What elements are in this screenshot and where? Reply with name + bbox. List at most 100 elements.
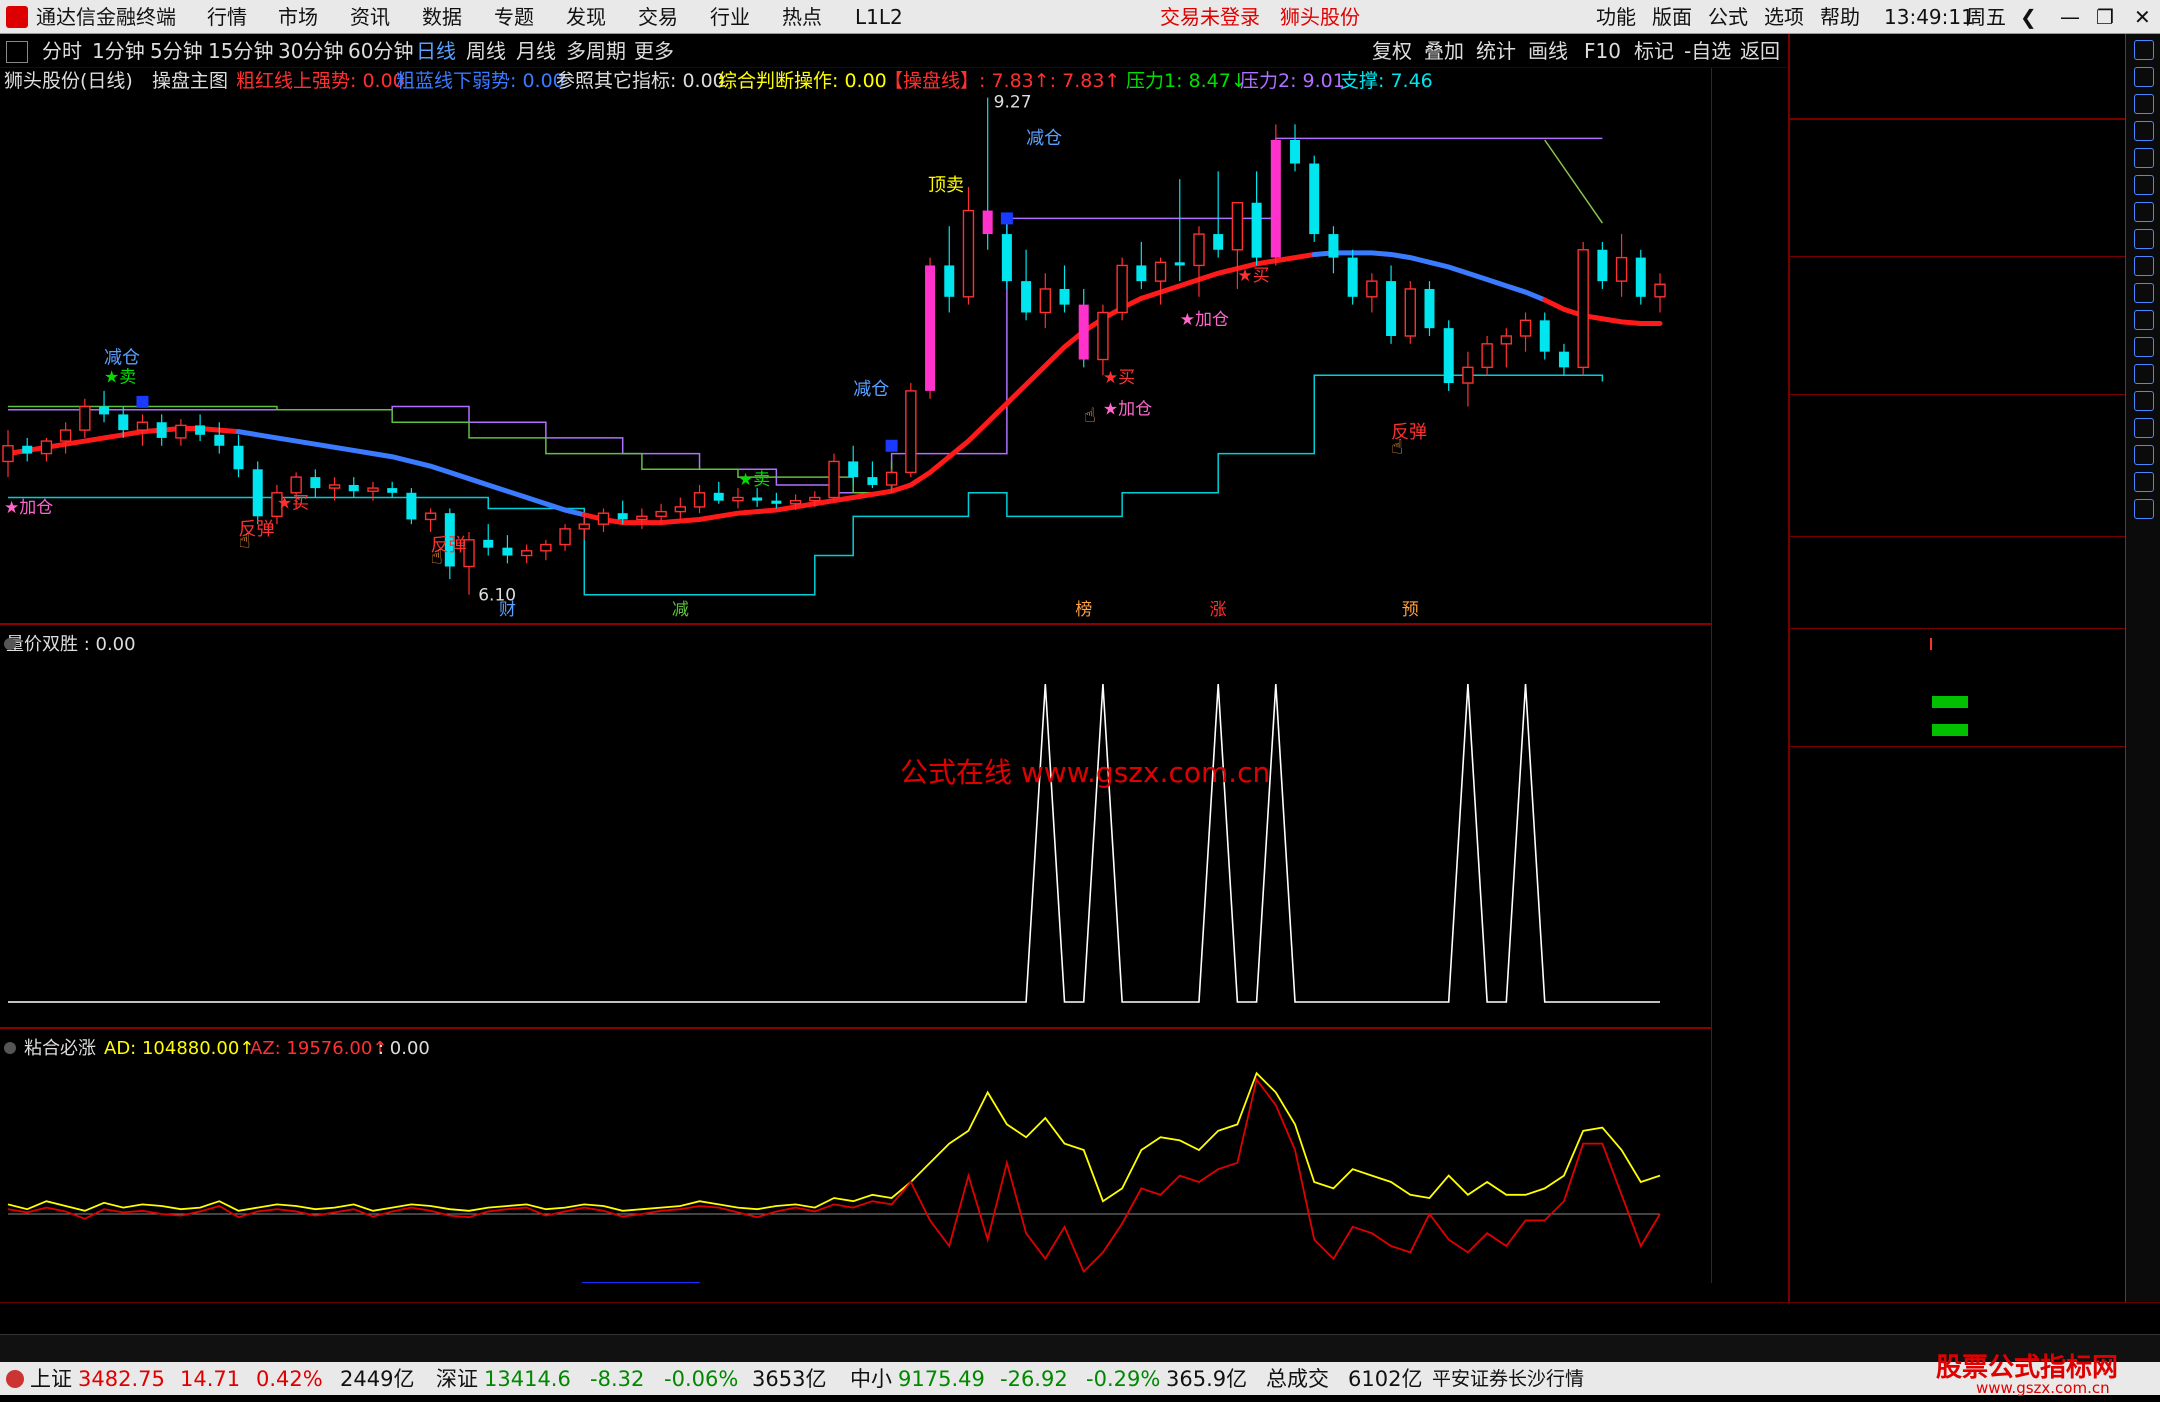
zx-name[interactable]: 中小 <box>850 1365 892 1393</box>
tool-tongji[interactable]: 统计 <box>1476 37 1516 65</box>
candle-body <box>1597 249 1608 282</box>
candle-body <box>540 543 552 552</box>
tool-fuquan[interactable]: 复权 <box>1372 37 1412 65</box>
menu-l1l2[interactable]: L1L2 <box>855 3 903 31</box>
candle-body <box>713 492 724 501</box>
panel-toggle-icon[interactable] <box>6 41 28 63</box>
menu-zhuanti[interactable]: 专题 <box>494 3 534 31</box>
candle-body <box>1078 304 1089 360</box>
close-icon[interactable]: ✕ <box>2134 3 2151 31</box>
menu-faxian[interactable]: 发现 <box>566 3 606 31</box>
menu-hangye[interactable]: 行业 <box>710 3 750 31</box>
menu-shichang[interactable]: 市场 <box>278 3 318 31</box>
period-1min[interactable]: 1分钟 <box>92 37 145 65</box>
candle-body <box>1097 311 1109 361</box>
period-60min[interactable]: 60分钟 <box>348 37 413 65</box>
candle-body <box>1039 288 1052 314</box>
rightbar-kline-icon[interactable] <box>2134 202 2154 222</box>
rightbar-clock-icon[interactable] <box>2134 337 2154 357</box>
menu-banmian[interactable]: 版面 <box>1652 3 1692 31</box>
period-daily[interactable]: 日线 <box>416 37 456 65</box>
event-marker: 预 <box>1402 600 1419 620</box>
kline-chart[interactable]: 9.008.758.508.258.007.757.507.257.006.75… <box>0 68 1712 1283</box>
period-monthly[interactable]: 月线 <box>516 37 556 65</box>
candle-body <box>617 513 628 520</box>
period-15min[interactable]: 15分钟 <box>208 37 273 65</box>
tool-zixuan[interactable]: -自选 <box>1684 37 1731 65</box>
sh-amount: 2449亿 <box>340 1367 415 1391</box>
candle-body <box>962 209 975 298</box>
zx-amount: 365.9亿 <box>1166 1367 1248 1391</box>
menu-xuanxiang[interactable]: 选项 <box>1764 3 1804 31</box>
separator <box>1790 118 2160 120</box>
menu-redian[interactable]: 热点 <box>782 3 822 31</box>
period-multi[interactable]: 多周期 <box>566 37 626 65</box>
candle-body <box>406 492 417 520</box>
period-30min[interactable]: 30分钟 <box>278 37 343 65</box>
tool-f10[interactable]: F10 <box>1584 37 1621 65</box>
tool-huaxian[interactable]: 画线 <box>1528 37 1568 65</box>
rightbar-move-icon[interactable] <box>2134 418 2154 438</box>
separator <box>1790 394 2160 395</box>
menu-gongshi[interactable]: 公式 <box>1708 3 1748 31</box>
candle-body <box>328 484 341 489</box>
period-fenshi[interactable]: 分时 <box>42 37 82 65</box>
minimize-icon[interactable]: — <box>2060 3 2080 31</box>
rightbar-chart-icon[interactable] <box>2134 175 2154 195</box>
back-icon[interactable]: ❮ <box>2020 3 2037 31</box>
flow-bar <box>1932 696 1968 708</box>
az-line <box>7 1077 1661 1274</box>
rightbar-fs-icon[interactable] <box>2134 310 2154 330</box>
rightbar-pen-icon[interactable] <box>2134 445 2154 465</box>
candle-body <box>1615 256 1628 282</box>
menu-hangqing[interactable]: 行情 <box>207 3 247 31</box>
candle-body <box>655 510 667 518</box>
rightbar-table-icon[interactable] <box>2134 229 2154 249</box>
candle-body <box>1116 264 1128 314</box>
rightbar-lock-icon[interactable] <box>2134 499 2154 519</box>
tool-biaoji[interactable]: 标记 <box>1634 37 1674 65</box>
candle-body <box>99 406 110 415</box>
rightbar-f10-icon[interactable] <box>2134 256 2154 276</box>
candle-body <box>502 547 513 556</box>
menu-shuju[interactable]: 数据 <box>422 3 462 31</box>
tool-fanhui[interactable]: 返回 <box>1740 37 1780 65</box>
rightbar-list-icon[interactable] <box>2134 121 2154 141</box>
indicator-menu-icon[interactable] <box>4 638 16 650</box>
rightbar-wave-icon[interactable] <box>2134 364 2154 384</box>
sh-name[interactable]: 上证 <box>30 1365 72 1393</box>
indicator-name[interactable]: 操盘主图 <box>152 68 228 94</box>
candle-body <box>925 265 936 391</box>
rightbar-down-arrow-icon[interactable] <box>2134 94 2154 114</box>
rightbar-grid-icon[interactable] <box>2134 148 2154 168</box>
param-ref: 参照其它指标: 0.00 <box>556 70 725 92</box>
period-weekly[interactable]: 周线 <box>466 37 506 65</box>
title-bar: 通达信金融终端 行情 市场 资讯 数据 专题 发现 交易 行业 热点 L1L2 … <box>0 0 2160 34</box>
menu-bangzhu[interactable]: 帮助 <box>1820 3 1860 31</box>
menu-zixun[interactable]: 资讯 <box>350 3 390 31</box>
param-support: 支撑: 7.46 <box>1340 70 1433 92</box>
tool-diejia[interactable]: 叠加 <box>1424 37 1464 65</box>
candle-body <box>520 550 533 557</box>
rightbar-up-arrow-icon[interactable] <box>2134 67 2154 87</box>
rightbar-data-icon[interactable] <box>2134 283 2154 303</box>
candle-body <box>1309 163 1320 235</box>
restore-icon[interactable]: ❐ <box>2096 3 2114 31</box>
sz-amount: 3653亿 <box>752 1367 827 1391</box>
separator <box>1790 628 2160 629</box>
period-more[interactable]: 更多 <box>634 37 674 65</box>
rightbar-collapse-icon[interactable] <box>2134 40 2154 60</box>
menu-gongneng[interactable]: 功能 <box>1596 3 1636 31</box>
rightbar-f5-icon[interactable] <box>2134 472 2154 492</box>
period-5min[interactable]: 5分钟 <box>150 37 203 65</box>
sz-name[interactable]: 深证 <box>436 1365 478 1393</box>
indicator-menu-icon[interactable] <box>4 1042 16 1054</box>
pressure1-tail <box>1544 139 1603 224</box>
login-status[interactable]: 交易未登录 <box>1160 3 1260 31</box>
rightbar-rsi-icon[interactable] <box>2134 391 2154 411</box>
status-icon <box>6 1370 24 1388</box>
menu-jiaoyi[interactable]: 交易 <box>638 3 678 31</box>
param-pressure1: 压力1: 8.47↓ <box>1126 70 1247 92</box>
candle-body <box>79 405 91 431</box>
broker-name[interactable]: 平安证券长沙行情 <box>1432 1365 1584 1393</box>
